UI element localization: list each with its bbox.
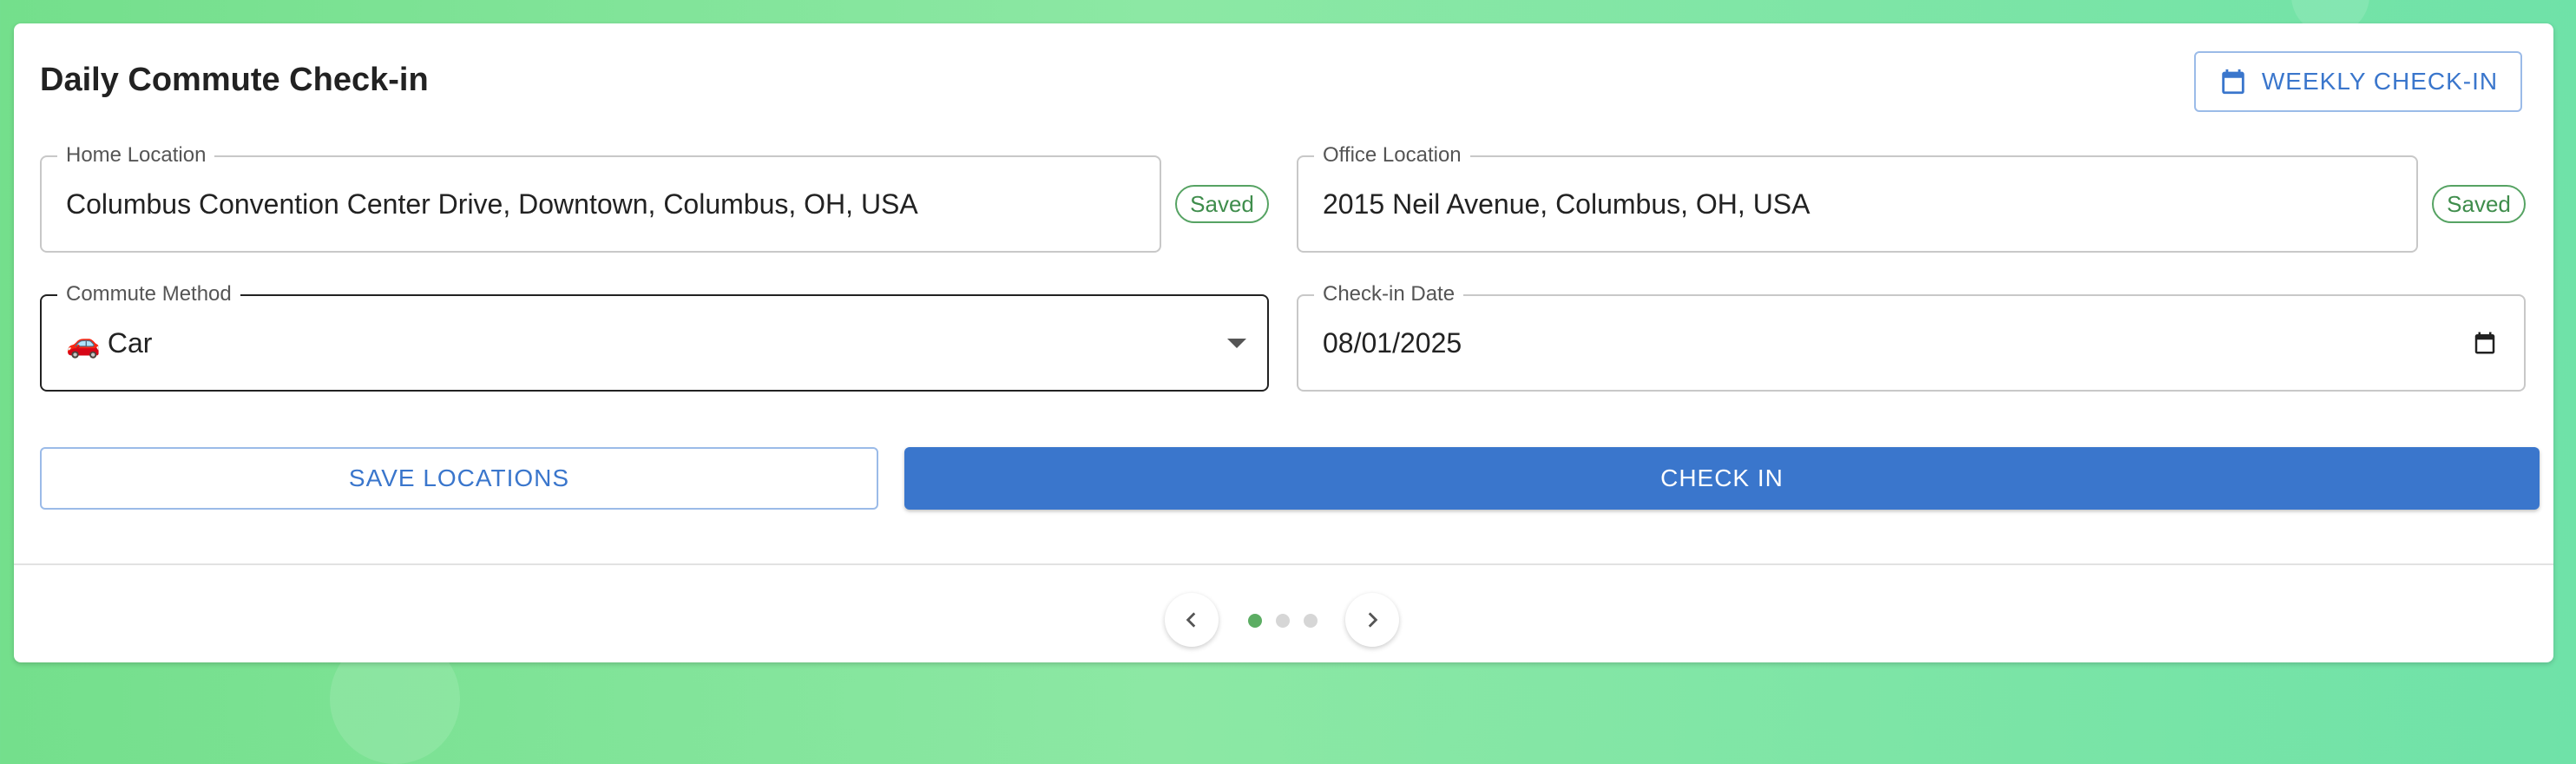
check-in-button[interactable]: CHECK IN (904, 447, 2540, 510)
home-location-field[interactable]: Home Location Columbus Convention Center… (40, 145, 1161, 253)
next-page-button[interactable] (1345, 593, 1399, 647)
checkin-date-value: 08/01/2025 (1323, 326, 1462, 359)
calendar-picker-icon[interactable] (2472, 329, 2498, 357)
commute-method-value: 🚗 Car (66, 296, 152, 390)
pagination-dot[interactable] (1248, 614, 1262, 628)
divider (14, 563, 2553, 565)
office-location-field[interactable]: Office Location 2015 Neil Avenue, Columb… (1297, 145, 2418, 253)
chevron-right-icon (1361, 609, 1383, 631)
commute-method-select[interactable]: Commute Method 🚗 Car (40, 284, 1269, 392)
office-saved-badge: Saved (2432, 185, 2526, 223)
checkin-date-field[interactable]: Check-in Date 08/01/2025 (1297, 284, 2526, 392)
weekly-checkin-label: WEEKLY CHECK-IN (2261, 68, 2499, 95)
office-location-value: 2015 Neil Avenue, Columbus, OH, USA (1323, 188, 1810, 220)
chevron-down-icon[interactable] (1227, 339, 1246, 348)
page-title: Daily Commute Check-in (40, 62, 429, 98)
pagination-dot[interactable] (1276, 614, 1290, 628)
pagination-dot[interactable] (1304, 614, 1318, 628)
home-saved-badge: Saved (1175, 185, 1269, 223)
commute-card: Daily Commute Check-in WEEKLY CHECK-IN H… (14, 23, 2553, 662)
save-locations-button[interactable]: SAVE LOCATIONS (40, 447, 878, 510)
calendar-icon (2218, 66, 2248, 97)
home-location-value: Columbus Convention Center Drive, Downto… (66, 188, 918, 220)
weekly-checkin-button[interactable]: WEEKLY CHECK-IN (2194, 51, 2522, 112)
chevron-left-icon (1180, 609, 1203, 631)
commute-method-text: Car (107, 326, 153, 359)
previous-page-button[interactable] (1165, 593, 1219, 647)
car-icon: 🚗 (66, 327, 101, 359)
